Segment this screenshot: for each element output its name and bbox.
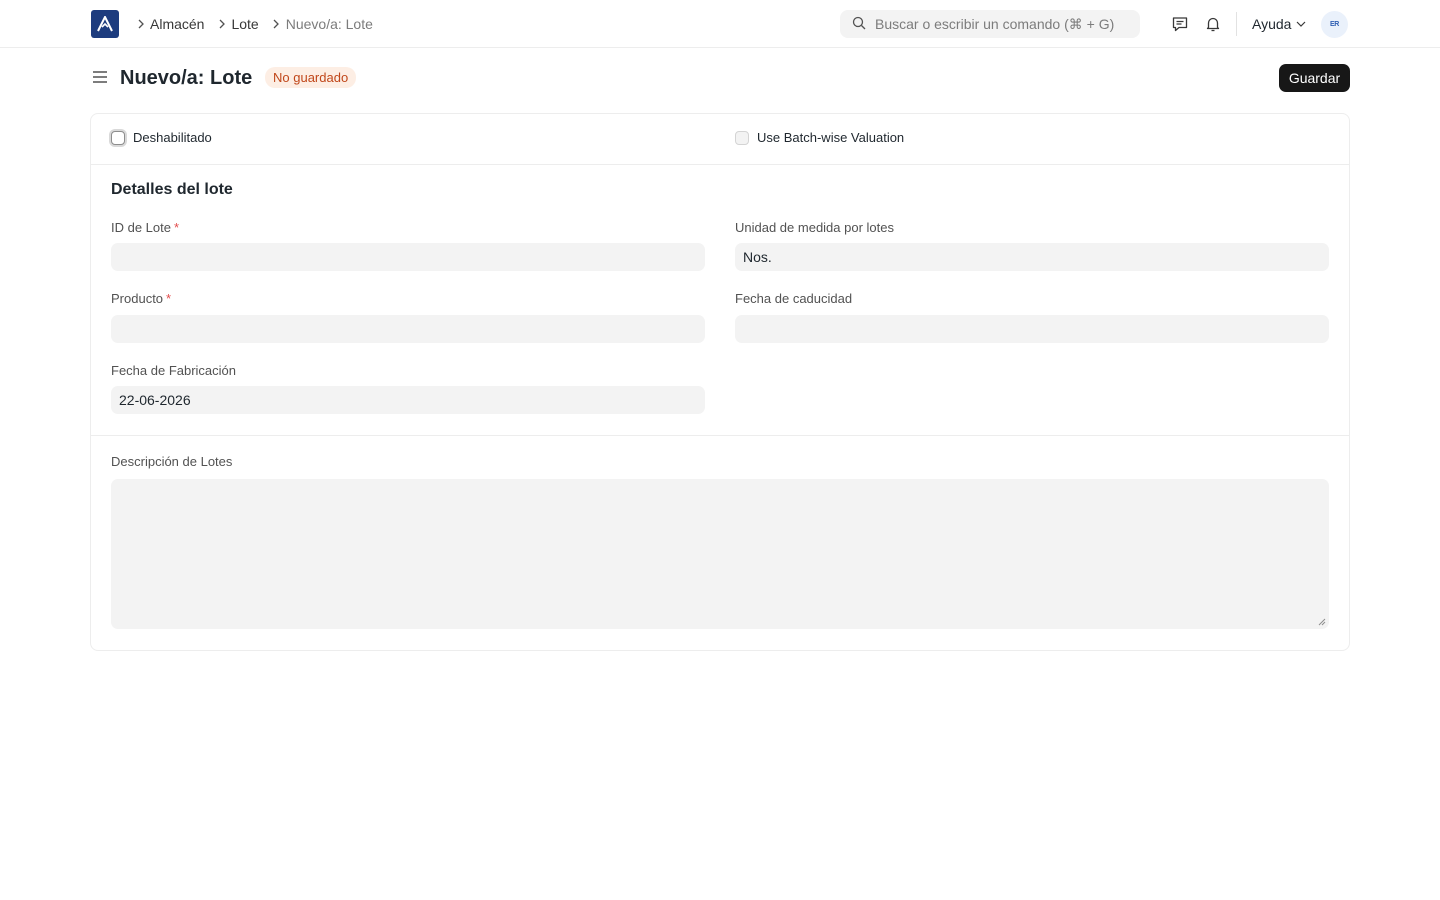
- disabled-checkbox[interactable]: [111, 130, 125, 145]
- logo-icon: [97, 16, 113, 32]
- uom-label: Unidad de medida por lotes: [735, 220, 894, 235]
- help-dropdown[interactable]: Ayuda: [1252, 14, 1306, 34]
- description-label: Descripción de Lotes: [111, 454, 233, 469]
- item-label-text: Producto: [111, 291, 164, 306]
- batch-id-label-text: ID de Lote: [111, 220, 171, 235]
- breadcrumb: Almacén Lote Nuevo/a: Lote: [131, 0, 381, 48]
- sidebar-toggle-icon[interactable]: [91, 68, 109, 86]
- item-input[interactable]: [111, 315, 705, 343]
- required-mark: *: [174, 220, 180, 235]
- help-label: Ayuda: [1252, 16, 1292, 32]
- section-title: Detalles del lote: [111, 181, 233, 198]
- expiry-date-label: Fecha de caducidad: [735, 291, 853, 306]
- breadcrumb-warehouse[interactable]: Almacén: [150, 16, 204, 32]
- manufacturing-date-input[interactable]: 22-06-2026: [111, 386, 705, 414]
- chevron-right-icon: [212, 19, 231, 29]
- app-logo[interactable]: [91, 10, 119, 38]
- batchwise-valuation-label: Use Batch-wise Valuation: [757, 130, 905, 145]
- manufacturing-date-label: Fecha de Fabricación: [111, 363, 237, 378]
- disabled-checkbox-row[interactable]: Deshabilitado: [111, 130, 212, 145]
- breadcrumb-current: Nuevo/a: Lote: [285, 16, 373, 32]
- flags-section: Deshabilitado Use Batch-wise Valuation: [91, 114, 1349, 165]
- description-textarea[interactable]: [111, 479, 1329, 629]
- batchwise-valuation-checkbox[interactable]: [735, 130, 749, 145]
- uom-input[interactable]: Nos.: [735, 243, 1329, 271]
- avatar[interactable]: ER: [1321, 11, 1348, 38]
- resize-handle-icon[interactable]: [1318, 618, 1326, 626]
- navbar: Almacén Lote Nuevo/a: Lote Buscar o escr…: [0, 0, 1440, 48]
- chevron-right-icon: [267, 19, 286, 29]
- chevron-right-icon: [131, 19, 150, 29]
- search-placeholder: Buscar o escribir un comando (⌘ + G): [875, 15, 1115, 32]
- required-mark: *: [166, 291, 172, 306]
- disabled-checkbox-label: Deshabilitado: [133, 130, 212, 145]
- save-button[interactable]: Guardar: [1279, 64, 1350, 92]
- breadcrumb-batch[interactable]: Lote: [231, 16, 258, 32]
- page-title: Nuevo/a: Lote: [120, 67, 253, 89]
- batch-id-input[interactable]: [111, 243, 705, 271]
- chat-icon[interactable]: [1170, 14, 1190, 34]
- description-section: Descripción de Lotes: [91, 436, 1349, 651]
- batch-id-label: ID de Lote *: [111, 220, 179, 235]
- batchwise-valuation-row[interactable]: Use Batch-wise Valuation: [735, 130, 904, 145]
- search-bar[interactable]: Buscar o escribir un comando (⌘ + G): [840, 10, 1140, 38]
- navbar-divider: [1236, 12, 1237, 36]
- batch-details-section: Detalles del lote ID de Lote * Unidad de …: [91, 165, 1349, 436]
- search-icon: [852, 16, 866, 33]
- expiry-date-input[interactable]: [735, 315, 1329, 343]
- form-card: Deshabilitado Use Batch-wise Valuation D…: [90, 113, 1350, 651]
- item-label: Producto *: [111, 291, 171, 306]
- status-badge: No guardado: [265, 67, 357, 88]
- chevron-down-icon: [1296, 21, 1306, 27]
- bell-icon[interactable]: [1203, 14, 1223, 34]
